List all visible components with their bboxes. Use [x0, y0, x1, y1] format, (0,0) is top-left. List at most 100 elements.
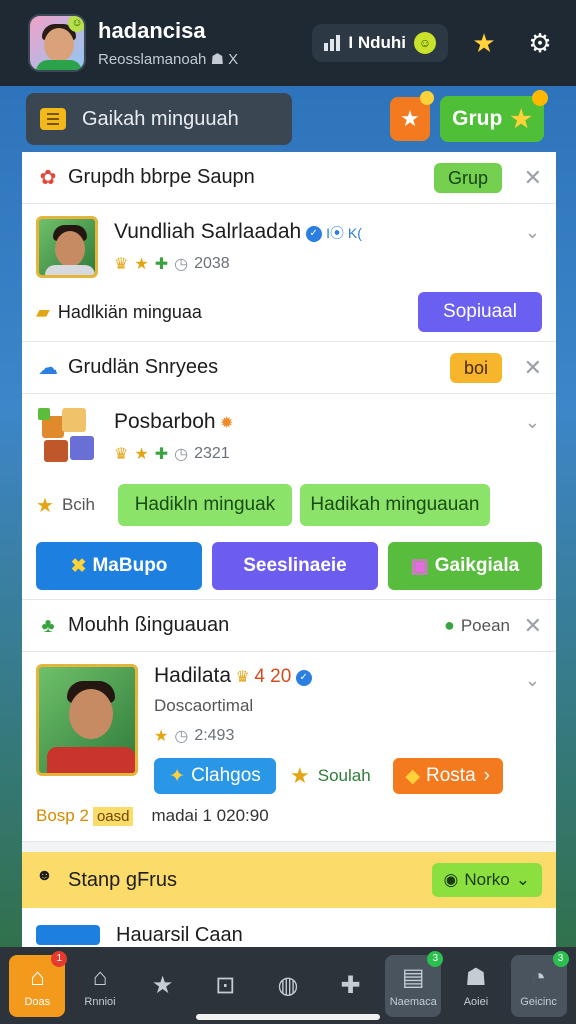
clock-icon: ◷ [174, 256, 189, 273]
verified-icon: ✓ [305, 225, 322, 242]
gamepad-icon: ⊡ [215, 971, 236, 999]
grup-chip[interactable]: Grup [433, 162, 502, 193]
profile-photo[interactable] [36, 664, 138, 776]
chevron-down-icon[interactable]: ⌄ [525, 412, 540, 433]
next-thumb [36, 925, 100, 945]
favorite-button[interactable]: ★ [390, 91, 434, 141]
group-icon: ♣ [41, 614, 55, 637]
nav-label: Rnnioi [84, 995, 116, 1008]
option-button-2[interactable]: Hadikah minguauan [299, 484, 490, 526]
section-right-label[interactable]: Poean [461, 616, 510, 636]
next-title[interactable]: Hauarsil Caan [116, 924, 243, 947]
status-chip[interactable]: boi [449, 352, 502, 383]
nav-games[interactable]: ⊡ [197, 955, 253, 1017]
chevron-down-icon[interactable]: ⌄ [525, 222, 540, 243]
search-text: Gaikah minguuah [82, 107, 239, 130]
option-button-1[interactable]: Hadikln minguak [117, 484, 292, 526]
gear-icon[interactable]: ⚙ [520, 23, 560, 63]
stats-value: 2321 [194, 445, 230, 462]
nav-chat[interactable]: ◍ [260, 955, 316, 1017]
section-header-stamp: ☻ Stanp gFrus ◉ Norko ⌄ [22, 852, 556, 908]
chevron-down-icon[interactable]: ⌄ [525, 670, 540, 691]
close-icon[interactable]: ✕ [514, 355, 542, 381]
nav-messages[interactable]: ▤ Naemaca 3 [385, 950, 444, 1017]
footer-left: Bosp 2 [36, 806, 89, 825]
post-stats: ★ ◷ 2:493 [154, 726, 542, 746]
nav-shield[interactable]: ✚ [323, 955, 379, 1017]
top-bar: ☺ hadancisa Reosslamanoah ☗ X I Nduhi ☺ … [0, 0, 576, 86]
action-button-1[interactable]: ✖ MaBupo [36, 542, 202, 590]
shield-icon: ✚ [340, 971, 361, 999]
nav-badge: 3 [552, 950, 569, 967]
section-title: Stanp gFrus [68, 868, 177, 891]
close-icon[interactable]: ✕ [514, 613, 542, 639]
tools-icon: ✖ [70, 555, 87, 577]
mascot-icon: ✿ [39, 166, 57, 189]
close-icon[interactable]: ✕ [514, 165, 542, 191]
section-header-group3: ♣ Mouhh ßinguauan ● Poean ✕ [22, 600, 556, 652]
notification-dot [420, 91, 434, 105]
stamp-action-button[interactable]: ◉ Norko ⌄ [431, 863, 542, 897]
folder-icon: ▰ [36, 301, 50, 322]
people-icon: ☁ [38, 356, 58, 379]
user-avatar[interactable]: ☺ [28, 14, 86, 72]
friends-icon: ☗ [465, 963, 487, 991]
section-header-group2: ☁ Grudlän Snryees boi ✕ [22, 342, 556, 394]
chat-icon: ▣ [410, 555, 429, 577]
poster-name[interactable]: Hadilata [154, 664, 231, 687]
store-icon: ⌂ [92, 963, 108, 991]
profile-photo[interactable] [36, 216, 98, 278]
nav-label: Geicinc [520, 995, 557, 1008]
star-icon: ✦ [169, 765, 186, 787]
star-icon: ★ [154, 728, 169, 745]
post-card: ⌄ Hadilata ♛ 4 20 ✓ Doscaortimal ★ ◷ 2:4… [22, 652, 556, 842]
nav-store[interactable]: ⌂ Rnnioi [72, 955, 128, 1017]
pirate-icon: ☻ [36, 867, 53, 884]
user-meta: hadancisa Reosslamanoah ☗ X [98, 18, 238, 68]
nav-label: Doas [24, 995, 51, 1008]
bar-chart-icon [324, 35, 341, 51]
avatar-badge-icon: ☺ [68, 16, 84, 32]
section-title: Grudlän Snryees [68, 356, 219, 378]
primary-action-button[interactable]: Sopiuaal [418, 292, 542, 332]
card-button-3[interactable]: ◆ Rosta › [392, 758, 503, 794]
verified-icon: ✓ [295, 669, 312, 686]
star-icon: ★ [400, 106, 420, 131]
button-label: Rosta [426, 765, 476, 786]
post-stats: ♛ ★ ✚ ◷ 2038 [114, 254, 362, 274]
star-icon: ★ [134, 256, 149, 273]
nav-badge: 1 [51, 950, 68, 967]
post-card: ⌄ Vundliah Salrlaadah ✓ I⦿ K( ♛ ★ ✚ ◷ 20… [22, 204, 556, 342]
nav-settings[interactable]: ◔ Geicinc 3 [510, 950, 569, 1017]
online-icon: ● [443, 615, 455, 635]
crafting-illustration [36, 406, 98, 468]
section-title: Grupdh bbrpe Saupn [68, 166, 255, 188]
grup-button[interactable]: Grup ★ [440, 90, 548, 142]
star-icon[interactable]: ★ [464, 23, 504, 63]
button-label: Clahgos [191, 765, 261, 786]
nav-label: Aoiei [463, 995, 489, 1008]
poster-subtitle: Doscaortimal [154, 696, 254, 715]
search-input[interactable]: Gaikah minguuah [26, 93, 292, 145]
feed: ✿ Grupdh bbrpe Saupn Grup ✕ ⌄ Vundliah S… [22, 152, 556, 947]
nav-friends[interactable]: ☗ Aoiei [448, 955, 504, 1017]
nav-home[interactable]: ⌂ Doas 1 [9, 950, 68, 1017]
action-button-2[interactable]: Seeslinaeie [212, 542, 378, 590]
verify-text: I⦿ K( [326, 225, 362, 241]
plus-icon: ✚ [154, 446, 169, 463]
action-button-3[interactable]: ▣ Gaikgiala [388, 542, 542, 590]
section-header-group1: ✿ Grupdh bbrpe Saupn Grup ✕ [22, 152, 556, 204]
user-subtitle: Reosslamanoah ☗ X [98, 51, 239, 68]
action-label: Gaikgiala [434, 555, 520, 576]
nav-favorites[interactable]: ★ [135, 955, 191, 1017]
poster-name[interactable]: Vundliah Salrlaadah [114, 220, 301, 243]
stats-value: 2:493 [194, 727, 235, 744]
poster-name[interactable]: Posbarboh [114, 410, 216, 433]
label-left: Bcih [61, 495, 96, 514]
online-icon: ◉ [443, 870, 459, 889]
stats-pill[interactable]: I Nduhi ☺ [312, 24, 448, 62]
plus-icon: ✚ [154, 256, 169, 273]
post-stats: ♛ ★ ✚ ◷ 2321 [114, 444, 233, 464]
card-button-1[interactable]: ✦ Clahgos [154, 758, 276, 794]
chevron-right-icon: › [483, 765, 490, 786]
